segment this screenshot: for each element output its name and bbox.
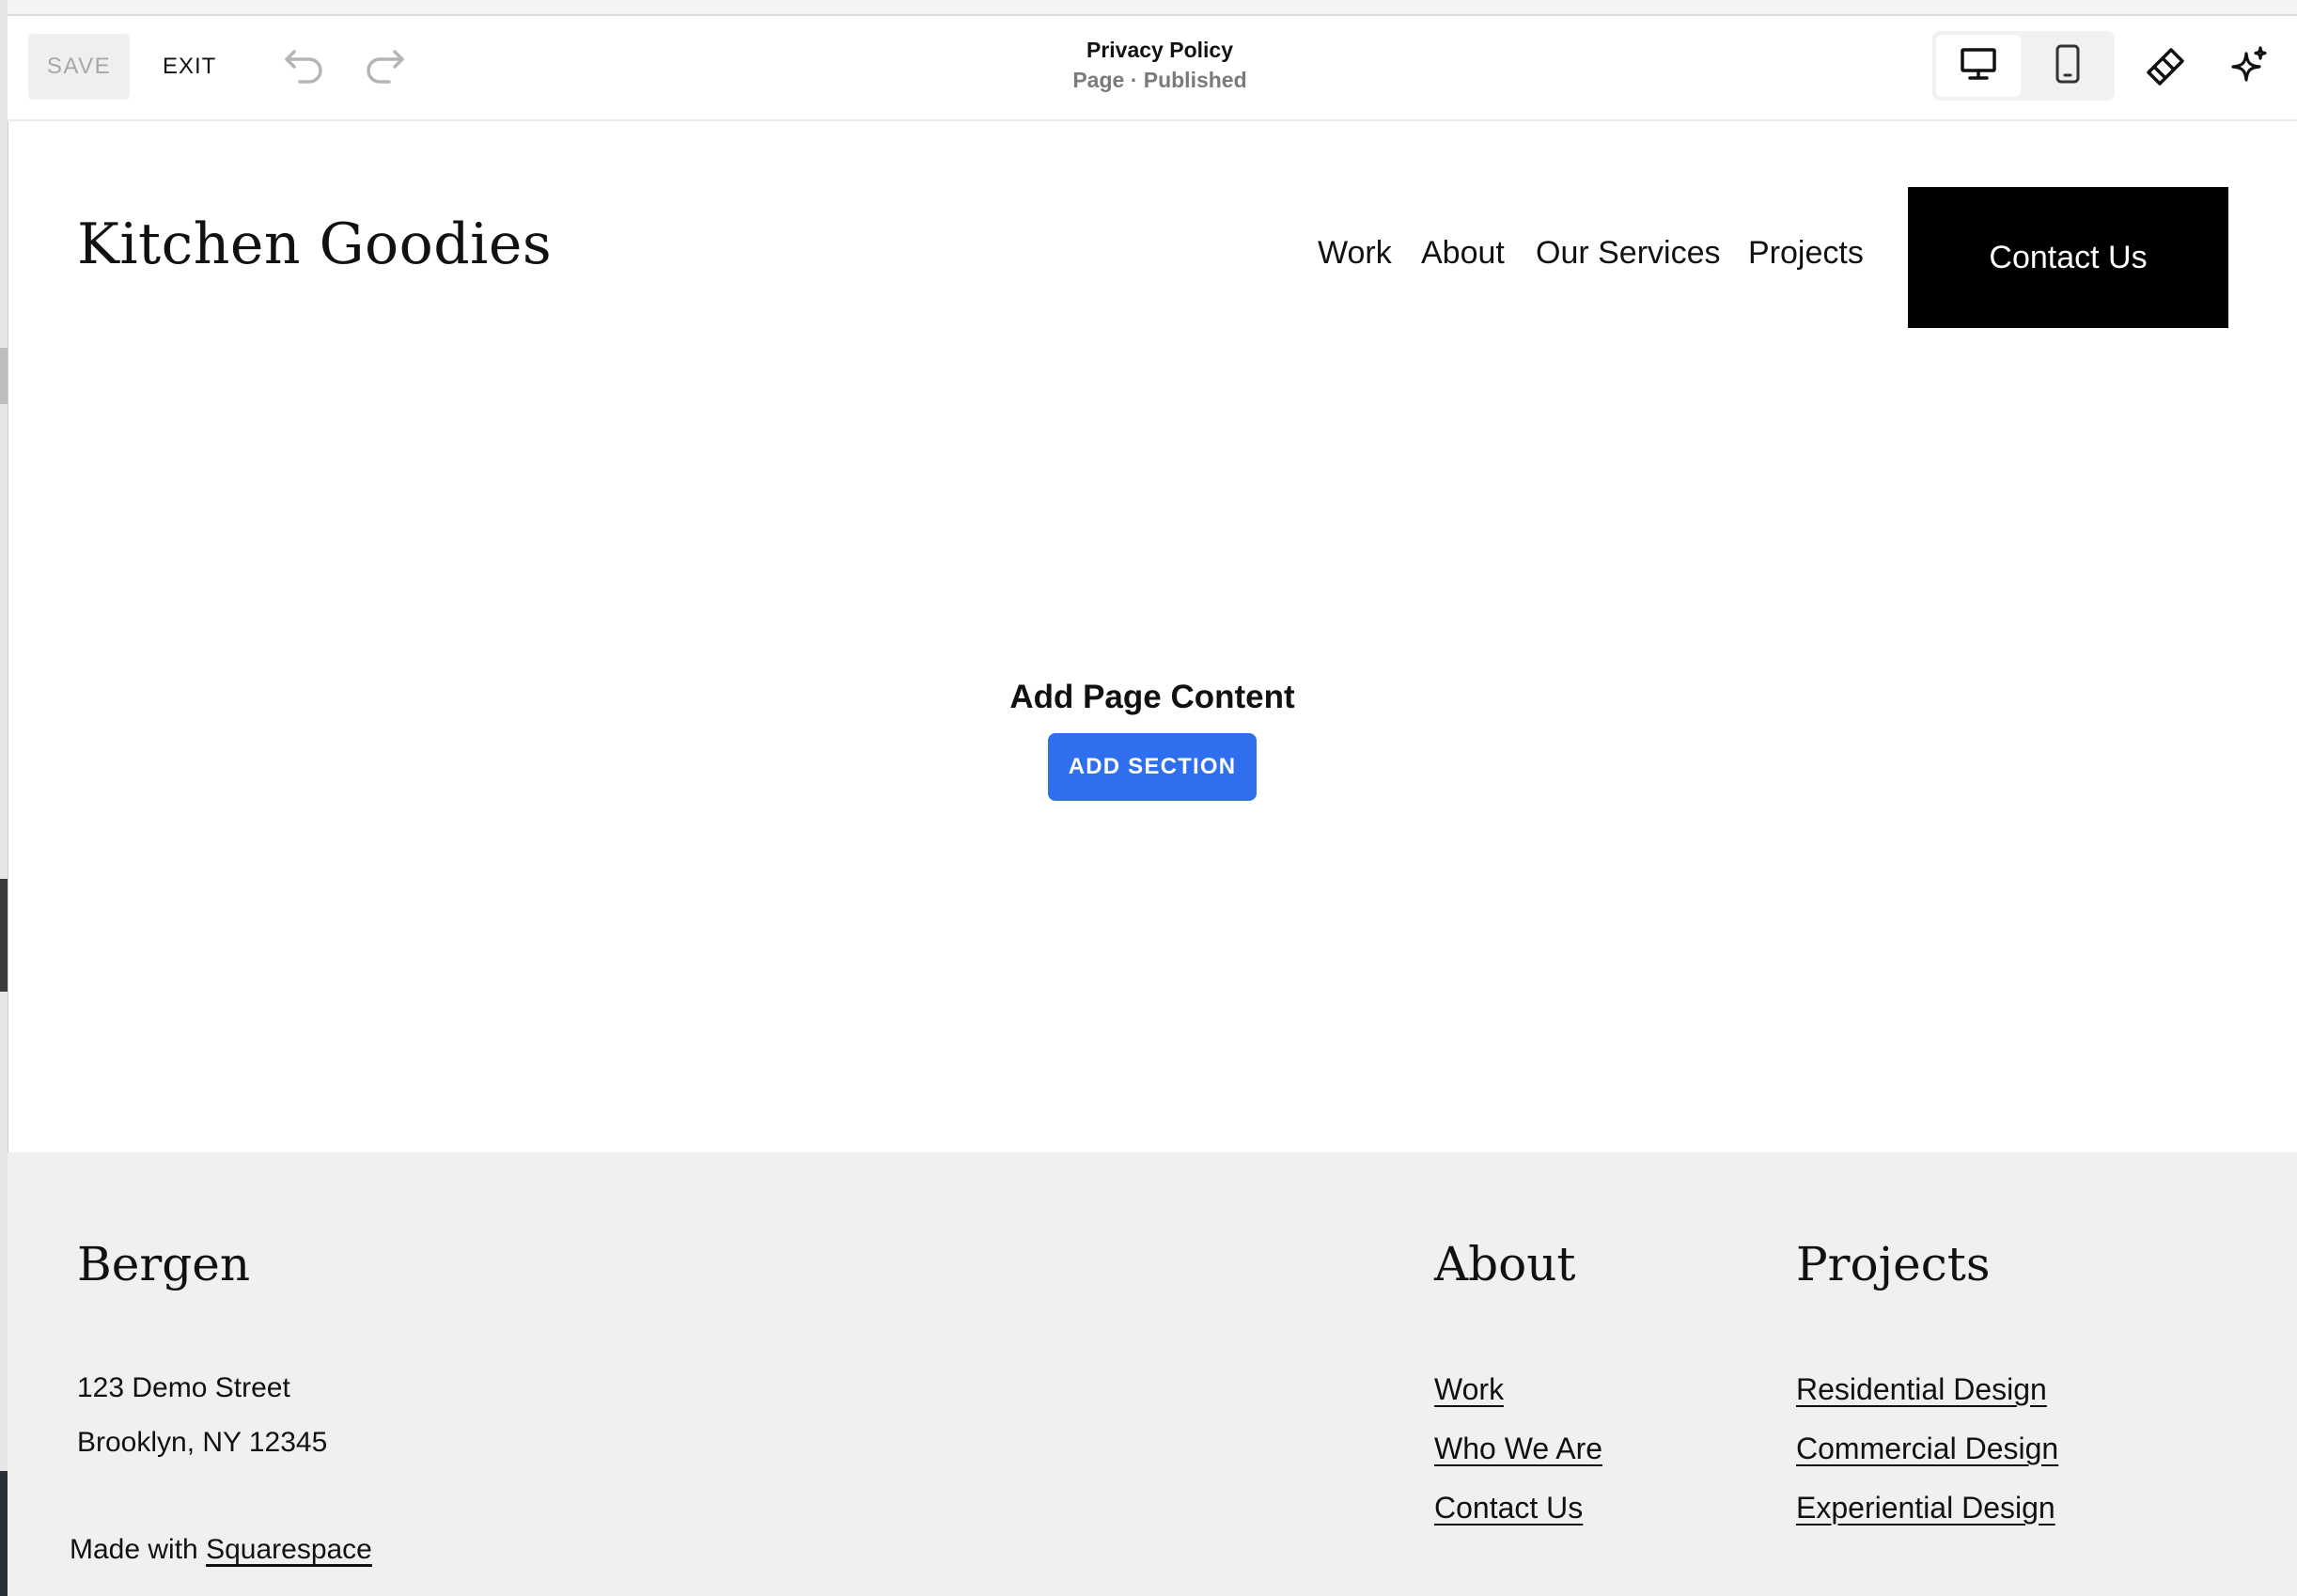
save-button[interactable]: SAVE: [28, 34, 130, 100]
empty-page-title: Add Page Content: [1009, 679, 1295, 715]
footer-link-who-we-are[interactable]: Who We Are: [1434, 1432, 1602, 1466]
page-status: Page · Published: [1072, 68, 1247, 92]
footer-link-contact-us[interactable]: Contact Us: [1434, 1491, 1583, 1526]
footer-made-with: Made with Squarespace: [70, 1534, 372, 1566]
desktop-icon: [1960, 47, 1997, 86]
footer-address-line1: 123 Demo Street: [77, 1372, 290, 1403]
editor-toolbar: SAVE EXIT Privacy Policy Page · Publishe…: [8, 16, 2297, 121]
background-window-fragment: [0, 1471, 8, 1596]
footer-brand: Bergen: [77, 1237, 251, 1291]
page-title-block[interactable]: Privacy Policy Page · Published: [1019, 35, 1301, 95]
undo-icon[interactable]: [283, 48, 324, 86]
contact-us-button[interactable]: Contact Us: [1908, 187, 2228, 328]
nav-link-our-services[interactable]: Our Services: [1536, 235, 1721, 272]
nav-link-work[interactable]: Work: [1318, 235, 1392, 272]
background-window-fragment: [0, 879, 8, 992]
mobile-view-button[interactable]: [2024, 35, 2111, 97]
brush-icon[interactable]: [2143, 44, 2188, 89]
nav-link-about[interactable]: About: [1421, 235, 1505, 272]
window-top-edge: [8, 0, 2297, 16]
desktop-view-button[interactable]: [1936, 35, 2021, 97]
site-logo[interactable]: Kitchen Goodies: [77, 211, 552, 277]
footer-link-experiential-design[interactable]: Experiential Design: [1796, 1491, 2055, 1526]
nav-link-projects[interactable]: Projects: [1748, 235, 1864, 272]
add-section-button[interactable]: ADD SECTION: [1048, 733, 1257, 801]
footer-address-line2: Brooklyn, NY 12345: [77, 1427, 328, 1458]
made-with-prefix: Made with: [70, 1534, 198, 1565]
squarespace-link[interactable]: Squarespace: [206, 1534, 372, 1565]
redo-icon[interactable]: [365, 48, 406, 86]
background-window-fragment: [0, 348, 8, 404]
page-title: Privacy Policy: [1086, 38, 1233, 62]
footer-link-work[interactable]: Work: [1434, 1372, 1504, 1407]
footer-link-residential-design[interactable]: Residential Design: [1796, 1372, 2047, 1407]
footer-projects-heading: Projects: [1796, 1237, 1991, 1291]
footer-link-commercial-design[interactable]: Commercial Design: [1796, 1432, 2058, 1466]
sparkle-icon[interactable]: [2226, 44, 2271, 89]
mobile-icon: [2055, 44, 2081, 88]
exit-button[interactable]: EXIT: [163, 34, 216, 100]
device-view-toggle: [1932, 31, 2115, 101]
footer-about-heading: About: [1434, 1237, 1576, 1291]
